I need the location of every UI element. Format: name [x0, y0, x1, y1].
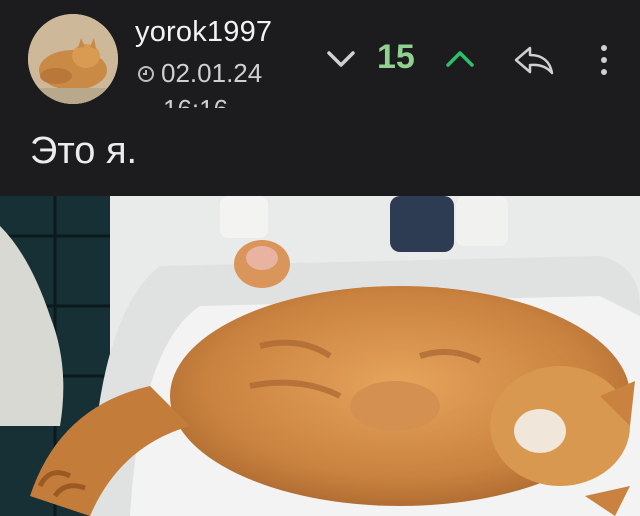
- comment-image[interactable]: [0, 196, 640, 516]
- more-vertical-icon[interactable]: [594, 42, 614, 78]
- reply-icon[interactable]: [510, 42, 558, 78]
- avatar-cat-image: [28, 14, 118, 104]
- comment-header: yorok1997 02.01.24 16:16 15: [0, 0, 640, 110]
- comment-date: 02.01.24: [161, 58, 263, 88]
- vote-score: 15: [377, 38, 415, 76]
- timestamp: 02.01.24: [137, 58, 262, 89]
- avatar[interactable]: [28, 14, 118, 104]
- username[interactable]: yorok1997: [135, 16, 272, 49]
- cat-in-sink-image: [0, 196, 640, 516]
- clock-icon: [138, 65, 154, 82]
- chevron-up-icon[interactable]: [444, 46, 476, 72]
- comment-text: Это я.: [30, 130, 138, 172]
- comment-time: 16:16: [163, 94, 228, 108]
- chevron-down-icon[interactable]: [325, 46, 357, 72]
